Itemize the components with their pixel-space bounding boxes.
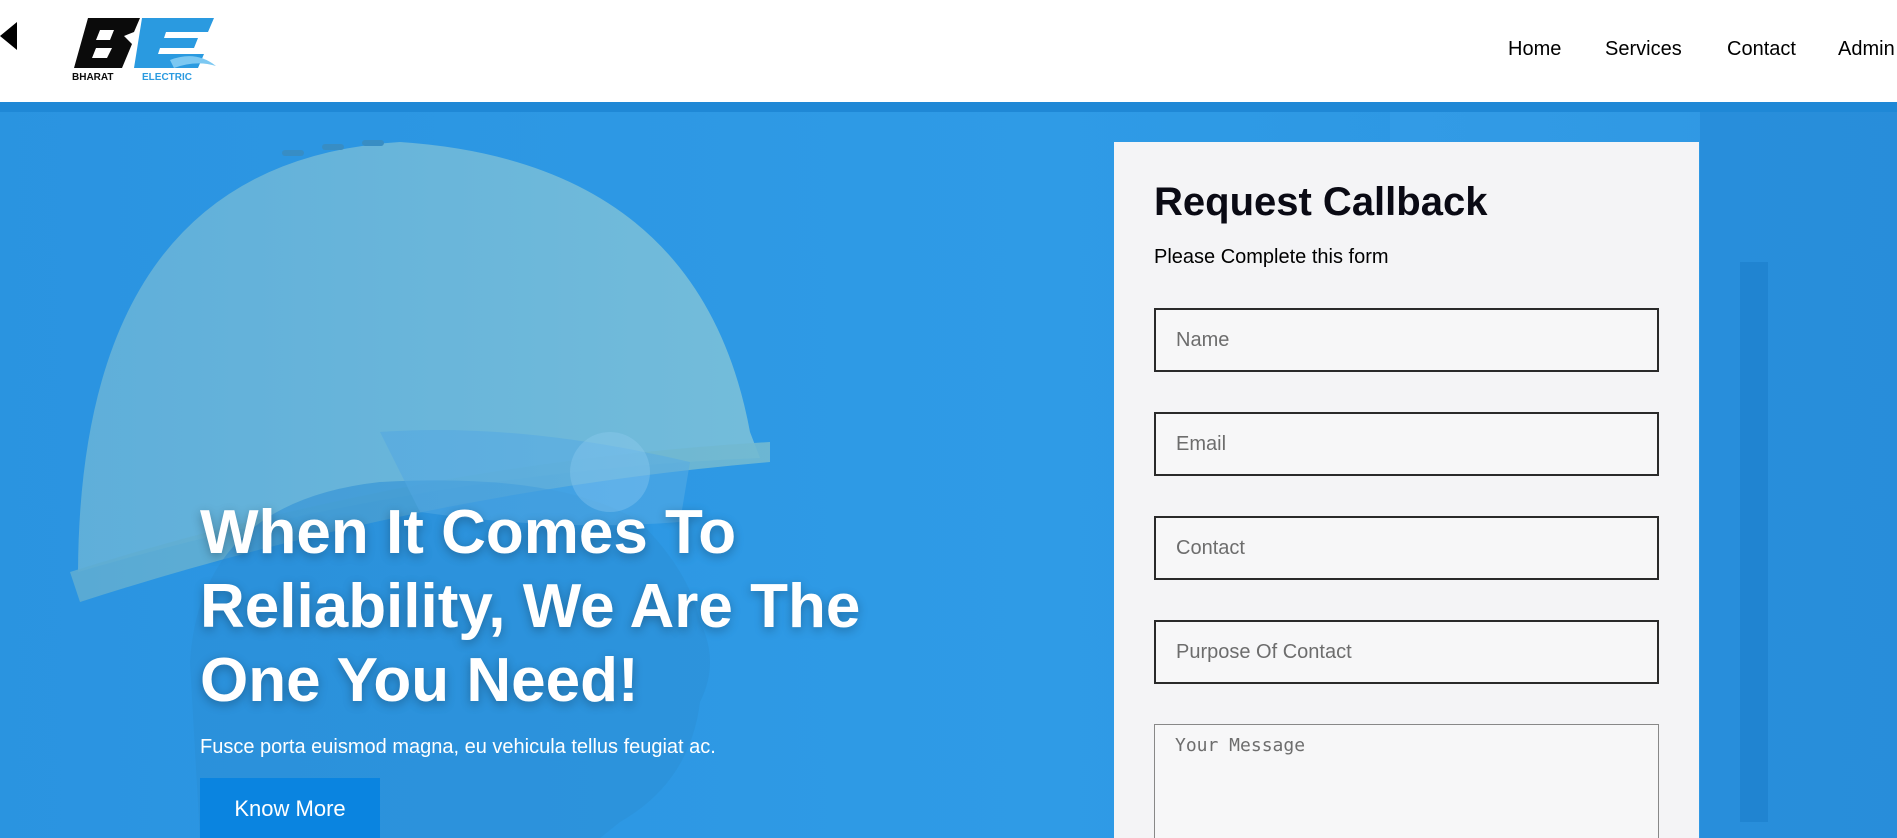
svg-text:BHARAT: BHARAT xyxy=(72,72,113,83)
email-field[interactable] xyxy=(1154,412,1659,476)
purpose-field[interactable] xyxy=(1154,620,1659,684)
back-arrow-icon[interactable] xyxy=(0,22,17,50)
hero-subtitle: Fusce porta euismod magna, eu vehicula t… xyxy=(200,736,716,758)
svg-text:ELECTRIC: ELECTRIC xyxy=(142,72,192,83)
name-field[interactable] xyxy=(1154,308,1659,372)
nav-home[interactable]: Home xyxy=(1508,38,1561,61)
nav-contact[interactable]: Contact xyxy=(1727,38,1796,61)
request-callback-form: Request Callback Please Complete this fo… xyxy=(1114,142,1699,838)
nav-services[interactable]: Services xyxy=(1605,38,1682,61)
bharat-electric-logo-icon: BHARAT ELECTRIC xyxy=(72,18,216,83)
form-title: Request Callback xyxy=(1154,180,1488,224)
form-subtitle: Please Complete this form xyxy=(1154,246,1389,268)
hero-top-border xyxy=(0,102,1897,112)
site-logo[interactable]: BHARAT ELECTRIC xyxy=(70,14,220,84)
contact-field[interactable] xyxy=(1154,516,1659,580)
hero-title: When It Comes To Reliability, We Are The… xyxy=(200,498,861,715)
message-field[interactable] xyxy=(1154,724,1659,838)
nav-admin[interactable]: Admin xyxy=(1838,38,1895,61)
site-header: BHARAT ELECTRIC Home Services Contact Ad… xyxy=(0,0,1897,102)
know-more-button[interactable]: Know More xyxy=(200,778,380,838)
